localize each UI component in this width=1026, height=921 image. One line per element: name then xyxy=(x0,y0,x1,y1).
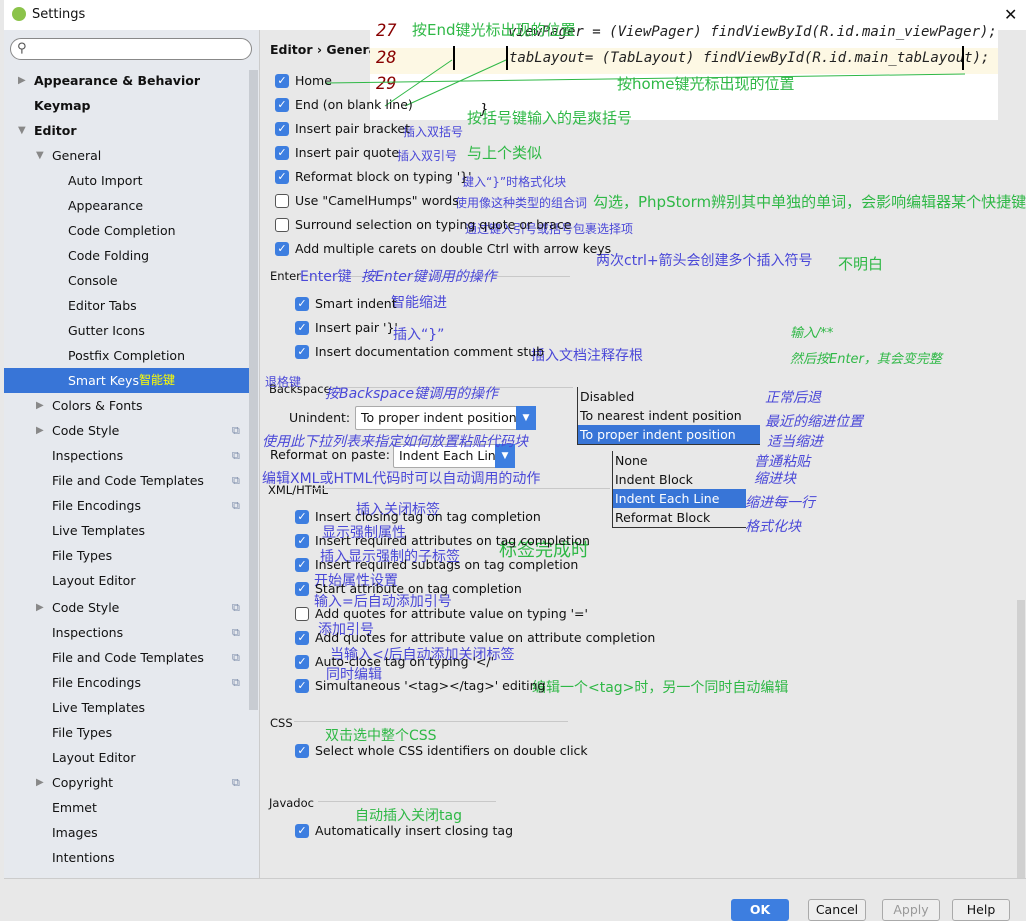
checkbox-label[interactable]: Home xyxy=(295,73,332,89)
checkbox[interactable]: ✓ xyxy=(295,558,309,572)
checkbox-label[interactable]: Insert required subtags on tag completio… xyxy=(315,557,578,573)
annotation: 与上个类似 xyxy=(467,144,543,162)
unindent-dropdown[interactable]: To proper indent position ▼ xyxy=(355,406,536,430)
annotation: 插入“}” xyxy=(393,327,445,343)
checkbox-label[interactable]: Use "CamelHumps" words xyxy=(295,193,459,209)
checkbox-label[interactable]: Surround selection on typing quote or br… xyxy=(295,217,571,233)
chevron-down-icon: ▼ xyxy=(516,406,536,430)
option[interactable]: Indent Block xyxy=(613,470,746,489)
annotation: 按Backspace键调用的操作 xyxy=(325,386,499,402)
section-css: CSS xyxy=(270,716,293,730)
checkbox-label[interactable]: Insert closing tag on tag completion xyxy=(315,509,541,525)
checkbox-label[interactable]: Reformat block on typing '}' xyxy=(295,169,472,185)
checkbox[interactable] xyxy=(295,607,309,621)
annotation: 按Enter键调用的操作 xyxy=(361,269,497,285)
divider xyxy=(294,721,568,722)
checkbox-label[interactable]: Automatically insert closing tag xyxy=(315,823,513,839)
checkbox[interactable]: ✓ xyxy=(295,631,309,645)
checkbox-label[interactable]: Insert pair quote xyxy=(295,145,399,161)
checkbox[interactable]: ✓ xyxy=(295,510,309,524)
annotation: 按End键光标出现的位置 xyxy=(412,21,576,39)
annotation: 按home键光标出现的位置 xyxy=(617,75,795,93)
checkbox[interactable]: ✓ xyxy=(295,655,309,669)
checkbox[interactable]: ✓ xyxy=(295,679,309,693)
divider xyxy=(310,488,610,489)
annotation: 编辑XML或HTML代码时可以自动调用的动作 xyxy=(262,471,541,487)
unindent-options: Disabled To nearest indent position To p… xyxy=(577,387,760,445)
checkbox-label[interactable]: Select whole CSS identifiers on double c… xyxy=(315,743,588,759)
checkbox-label[interactable]: Insert required attributes on tag comple… xyxy=(315,533,590,549)
unindent-label: Unindent: xyxy=(289,410,351,425)
unindent-value: To proper indent position xyxy=(361,410,517,425)
divider xyxy=(318,801,496,802)
annotation: 插入双括号 xyxy=(403,125,464,139)
checkbox[interactable] xyxy=(275,194,289,208)
checkbox[interactable]: ✓ xyxy=(295,345,309,359)
checkbox[interactable]: ✓ xyxy=(275,122,289,136)
checkbox[interactable]: ✓ xyxy=(295,824,309,838)
annotation: 按括号键输入的是爽括号 xyxy=(467,109,633,127)
checkbox-label[interactable]: Insert pair '}' xyxy=(315,320,398,336)
checkbox[interactable] xyxy=(275,218,289,232)
checkbox[interactable]: ✓ xyxy=(295,321,309,335)
annotation: 勾选，PhpStorm辨别其中单独的单词，会影响编辑器某个快捷键 xyxy=(593,193,1026,211)
annotation: 适当缩进 xyxy=(767,434,823,450)
checkbox[interactable]: ✓ xyxy=(275,74,289,88)
annotation: 正常后退 xyxy=(765,390,821,406)
annotation: 不明白 xyxy=(838,255,884,273)
footer xyxy=(4,878,1026,918)
checkbox[interactable]: ✓ xyxy=(295,534,309,548)
annotation: 两次ctrl+箭头会创建多个插入符号 xyxy=(596,253,813,269)
checkbox-label[interactable]: End (on blank line) xyxy=(295,97,413,113)
option-selected[interactable]: To proper indent position xyxy=(578,425,760,444)
checkbox[interactable]: ✓ xyxy=(275,242,289,256)
checkbox-label[interactable]: Smart indent xyxy=(315,296,397,312)
annotation: 格式化块 xyxy=(745,519,801,535)
annotation: 缩进块 xyxy=(754,471,796,487)
annotation: Enter键 xyxy=(300,269,352,285)
annotation: 最近的缩进位置 xyxy=(765,414,863,430)
annotation: 插入双引号 xyxy=(397,149,458,163)
annotation: 智能缩进 xyxy=(391,295,447,311)
annotation: 插入文档注释存根 xyxy=(531,348,643,364)
option[interactable]: Disabled xyxy=(578,387,760,406)
checkbox[interactable]: ✓ xyxy=(275,146,289,160)
annotation: 缩进每一行 xyxy=(745,495,815,511)
annotation: 普通粘贴 xyxy=(754,454,810,470)
annotation: 输入/** xyxy=(790,326,834,341)
checkbox[interactable]: ✓ xyxy=(275,170,289,184)
checkbox[interactable]: ✓ xyxy=(295,582,309,596)
annotation: 键入“}”时格式化块 xyxy=(462,175,567,189)
checkbox-label[interactable]: Start attribute on tag completion xyxy=(315,581,522,597)
option[interactable]: To nearest indent position xyxy=(578,406,760,425)
checkbox[interactable]: ✓ xyxy=(275,98,289,112)
paste-options: None Indent Block Indent Each Line Refor… xyxy=(612,451,746,528)
checkbox-label[interactable]: Add quotes for attribute value on typing… xyxy=(315,606,588,622)
checkbox-label[interactable]: Add quotes for attribute value on attrib… xyxy=(315,630,655,646)
option-selected[interactable]: Indent Each Line xyxy=(613,489,746,508)
annotation: 使用此下拉列表来指定如何放置粘贴代码块 xyxy=(262,434,528,450)
checkbox-label[interactable]: Simultaneous '<tag></tag>' editing xyxy=(315,678,545,694)
checkbox-label[interactable]: Add multiple carets on double Ctrl with … xyxy=(295,241,611,257)
checkbox-label[interactable]: Insert pair bracket xyxy=(295,121,410,137)
checkbox-label[interactable]: Auto-close tag on typing '</' xyxy=(315,654,494,670)
section-javadoc: Javadoc xyxy=(269,796,314,810)
checkbox-label[interactable]: Insert documentation comment stub xyxy=(315,344,544,360)
option[interactable]: Reformat Block xyxy=(613,508,746,527)
section-enter: Enter xyxy=(270,269,301,283)
annotation: 然后按Enter，其会变完整 xyxy=(790,352,942,367)
option[interactable]: None xyxy=(613,451,746,470)
checkbox[interactable]: ✓ xyxy=(295,297,309,311)
annotation: 编辑一个<tag>时，另一个同时自动编辑 xyxy=(532,680,789,696)
annotation: 退格键 xyxy=(265,375,302,389)
checkbox[interactable]: ✓ xyxy=(295,744,309,758)
annotation: 使用像这种类型的组合词 xyxy=(455,196,588,210)
